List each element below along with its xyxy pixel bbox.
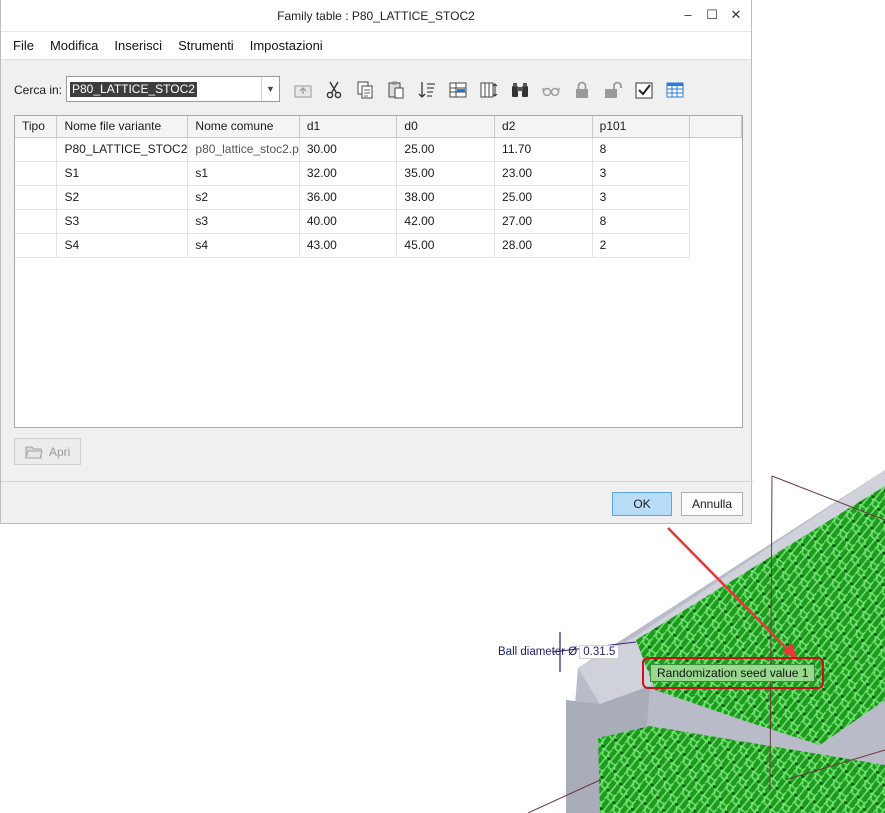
cell-d0[interactable]: 42.00: [396, 209, 496, 234]
unlock-icon[interactable]: [597, 78, 628, 102]
table-header-row: Tipo Nome file variante Nome comune d1 d…: [15, 116, 742, 138]
column-header-nome-comune[interactable]: Nome comune: [187, 116, 300, 138]
cell-d0[interactable]: 45.00: [396, 233, 496, 258]
lock-icon[interactable]: [566, 78, 597, 102]
column-header-tipo[interactable]: Tipo: [15, 116, 58, 138]
open-button[interactable]: Apri: [14, 438, 81, 465]
ball-diameter-value: 0.31.5: [579, 645, 620, 659]
cell-variant-name[interactable]: S2: [56, 185, 189, 210]
menu-impostazioni[interactable]: Impostazioni: [242, 38, 331, 53]
table-row[interactable]: S3 s3 40.00 42.00 27.00 8: [15, 209, 742, 234]
binoculars-icon[interactable]: [504, 78, 535, 102]
cell-p101[interactable]: 8: [592, 209, 690, 234]
cut-icon[interactable]: [318, 78, 349, 102]
menu-file[interactable]: File: [5, 38, 42, 53]
cell-common-name[interactable]: s3: [187, 209, 300, 234]
cell-d2[interactable]: 11.70: [494, 137, 593, 162]
column-header-d2[interactable]: d2: [494, 116, 593, 138]
cell-d0[interactable]: 38.00: [396, 185, 496, 210]
cell-tipo[interactable]: [15, 161, 58, 186]
cell-variant-name[interactable]: P80_LATTICE_STOC2: [56, 137, 189, 162]
cell-common-name[interactable]: p80_lattice_stoc2.p: [187, 137, 300, 162]
cell-filler: [689, 185, 741, 209]
toolbar: Cerca in: P80_LATTICE_STOC2 ▼: [1, 70, 753, 110]
cell-filler: [689, 233, 741, 257]
cell-p101[interactable]: 8: [592, 137, 690, 162]
cell-d0[interactable]: 25.00: [396, 137, 496, 162]
cell-d1[interactable]: 32.00: [299, 161, 398, 186]
cell-d2[interactable]: 25.00: [494, 185, 593, 210]
cell-p101[interactable]: 2: [592, 233, 690, 258]
menu-inserisci[interactable]: Inserisci: [106, 38, 170, 53]
cell-d1[interactable]: 40.00: [299, 209, 398, 234]
column-header-d0[interactable]: d0: [396, 116, 496, 138]
cell-tipo[interactable]: [15, 137, 58, 162]
maximize-icon[interactable]: ☐: [705, 7, 719, 23]
column-header-nome-file-variante[interactable]: Nome file variante: [56, 116, 189, 138]
copy-icon[interactable]: [349, 78, 380, 102]
minimize-icon[interactable]: –: [681, 7, 695, 23]
column-header-p101[interactable]: p101: [592, 116, 690, 138]
cell-d1[interactable]: 36.00: [299, 185, 398, 210]
cell-filler: [689, 137, 741, 161]
cell-variant-name[interactable]: S1: [56, 161, 189, 186]
cell-d1[interactable]: 43.00: [299, 233, 398, 258]
menu-strumenti[interactable]: Strumenti: [170, 38, 242, 53]
table-row[interactable]: S2 s2 36.00 38.00 25.00 3: [15, 185, 742, 210]
search-label: Cerca in:: [14, 83, 63, 97]
folder-up-icon[interactable]: [287, 78, 318, 102]
cancel-button[interactable]: Annulla: [681, 492, 743, 516]
column-header-d1[interactable]: d1: [299, 116, 398, 138]
footer-divider: [1, 481, 753, 482]
search-combobox-value[interactable]: P80_LATTICE_STOC2: [70, 82, 197, 97]
cell-tipo[interactable]: [15, 209, 58, 234]
cell-common-name[interactable]: s2: [187, 185, 300, 210]
column-settings-icon[interactable]: [473, 78, 504, 102]
ball-diameter-dimension[interactable]: Ball diameter Ø 0.31.5: [498, 645, 620, 659]
cell-filler: [689, 161, 741, 185]
window-title: Family table : P80_LATTICE_STOC2: [277, 9, 475, 23]
open-button-label: Apri: [49, 444, 71, 459]
cell-d0[interactable]: 35.00: [396, 161, 496, 186]
ball-diameter-label: Ball diameter Ø: [498, 646, 578, 658]
paste-icon[interactable]: [380, 78, 411, 102]
table-row[interactable]: S1 s1 32.00 35.00 23.00 3: [15, 161, 742, 186]
cell-common-name[interactable]: s1: [187, 161, 300, 186]
cell-p101[interactable]: 3: [592, 161, 690, 186]
table-row[interactable]: P80_LATTICE_STOC2 p80_lattice_stoc2.p 30…: [15, 137, 742, 162]
search-combobox[interactable]: P80_LATTICE_STOC2 ▼: [66, 76, 280, 102]
menu-modifica[interactable]: Modifica: [42, 38, 106, 53]
cell-d2[interactable]: 23.00: [494, 161, 593, 186]
cell-filler: [689, 209, 741, 233]
sort-icon[interactable]: [411, 78, 442, 102]
cell-d1[interactable]: 30.00: [299, 137, 398, 162]
randomization-seed-label[interactable]: Randomization seed value 1: [650, 664, 816, 682]
cell-variant-name[interactable]: S3: [56, 209, 189, 234]
family-table-dialog: Family table : P80_LATTICE_STOC2 – ☐ ✕ F…: [0, 0, 753, 524]
column-header-empty: [689, 116, 742, 138]
cell-d2[interactable]: 27.00: [494, 209, 593, 234]
table-view-icon[interactable]: [659, 78, 690, 102]
ok-button[interactable]: OK: [612, 492, 672, 516]
table-row[interactable]: S4 s4 43.00 45.00 28.00 2: [15, 233, 742, 258]
insert-column-icon[interactable]: [442, 78, 473, 102]
menu-bar: File Modifica Inserisci Strumenti Impost…: [1, 32, 751, 60]
family-table-grid: Tipo Nome file variante Nome comune d1 d…: [14, 115, 743, 428]
verify-icon[interactable]: [628, 78, 659, 102]
glasses-icon[interactable]: [535, 78, 566, 102]
cell-tipo[interactable]: [15, 185, 58, 210]
cell-p101[interactable]: 3: [592, 185, 690, 210]
cell-variant-name[interactable]: S4: [56, 233, 189, 258]
chevron-down-icon[interactable]: ▼: [261, 77, 279, 101]
cell-d2[interactable]: 28.00: [494, 233, 593, 258]
cell-common-name[interactable]: s4: [187, 233, 300, 258]
close-icon[interactable]: ✕: [729, 7, 743, 23]
title-bar[interactable]: Family table : P80_LATTICE_STOC2 – ☐ ✕: [1, 0, 751, 32]
folder-open-icon: [25, 446, 43, 458]
cell-tipo[interactable]: [15, 233, 58, 258]
